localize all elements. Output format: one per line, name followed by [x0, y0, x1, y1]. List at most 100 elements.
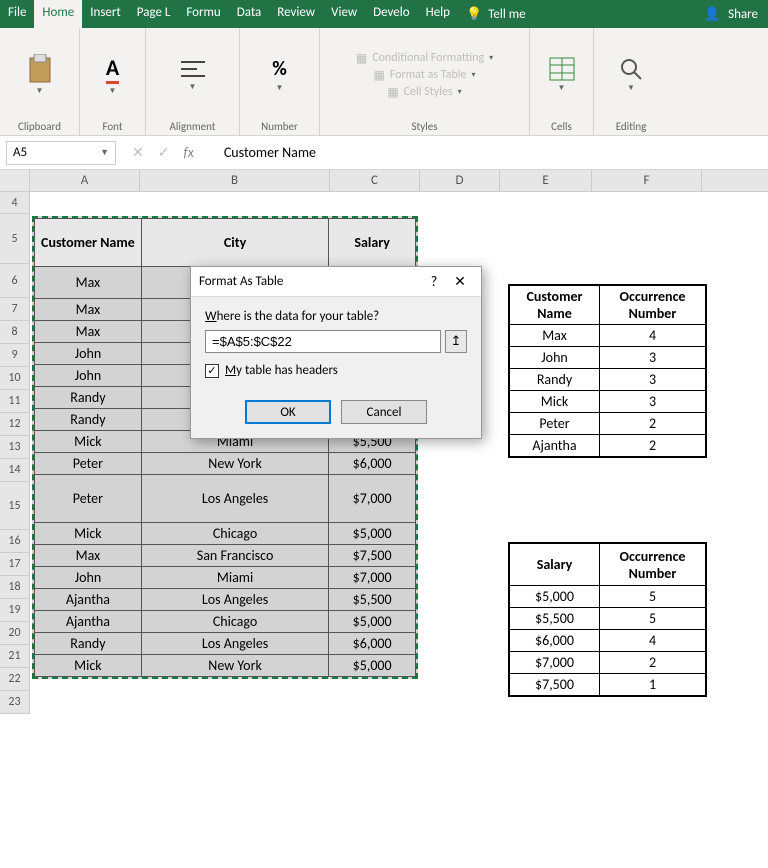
- cancel-formula-icon[interactable]: ✕: [132, 144, 144, 161]
- cell[interactable]: Max: [35, 267, 142, 299]
- cell[interactable]: Mick: [35, 655, 142, 677]
- table-header[interactable]: Occurrence Number: [600, 286, 706, 325]
- fx-icon[interactable]: fx: [183, 144, 193, 161]
- cells-button[interactable]: ▼: [547, 55, 577, 95]
- cell[interactable]: 5: [600, 608, 706, 630]
- cell[interactable]: Mick: [35, 431, 142, 453]
- tab-help[interactable]: Help: [418, 0, 458, 28]
- checkbox-checked-icon[interactable]: ✓: [205, 364, 219, 378]
- cell[interactable]: $7,500: [510, 674, 600, 696]
- cell[interactable]: Los Angeles: [141, 475, 328, 523]
- cell[interactable]: $5,000: [329, 611, 416, 633]
- dialog-close-button[interactable]: ✕: [447, 273, 473, 290]
- cancel-button[interactable]: Cancel: [341, 400, 427, 424]
- cell[interactable]: $5,000: [510, 586, 600, 608]
- cell[interactable]: 4: [600, 630, 706, 652]
- tab-file[interactable]: File: [0, 0, 34, 28]
- row-header[interactable]: 6: [0, 264, 30, 298]
- cell[interactable]: $6,000: [510, 630, 600, 652]
- cell[interactable]: San Francisco: [141, 545, 328, 567]
- cell[interactable]: Ajantha: [510, 435, 600, 457]
- row-header[interactable]: 11: [0, 390, 30, 413]
- cell[interactable]: John: [35, 567, 142, 589]
- cell[interactable]: Chicago: [141, 523, 328, 545]
- cell[interactable]: Max: [35, 299, 142, 321]
- cell[interactable]: Los Angeles: [141, 589, 328, 611]
- tab-data[interactable]: Data: [229, 0, 270, 28]
- cell[interactable]: 2: [600, 652, 706, 674]
- cell[interactable]: $7,500: [329, 545, 416, 567]
- row-header[interactable]: 5: [0, 214, 30, 264]
- share-button[interactable]: Share: [728, 7, 758, 22]
- conditional-formatting-button[interactable]: ▦Conditional Formatting ▾: [356, 51, 493, 66]
- editing-button[interactable]: ▼: [617, 55, 645, 95]
- alignment-button[interactable]: ▼: [177, 56, 209, 94]
- cell[interactable]: Mick: [35, 523, 142, 545]
- table-header[interactable]: Occurrence Number: [600, 544, 706, 586]
- col-header-F[interactable]: F: [592, 170, 702, 191]
- number-button[interactable]: % ▼: [270, 55, 289, 95]
- cell[interactable]: $5,000: [329, 523, 416, 545]
- cell[interactable]: 4: [600, 325, 706, 347]
- cell[interactable]: 5: [600, 586, 706, 608]
- cell[interactable]: $5,500: [329, 589, 416, 611]
- tab-home[interactable]: Home: [34, 0, 82, 28]
- select-all-corner[interactable]: [0, 170, 30, 191]
- range-input[interactable]: [205, 330, 441, 353]
- cell[interactable]: Mick: [510, 391, 600, 413]
- cell[interactable]: Max: [510, 325, 600, 347]
- paste-button[interactable]: ▼: [24, 52, 56, 98]
- cell[interactable]: John: [510, 347, 600, 369]
- row-header[interactable]: 22: [0, 668, 30, 691]
- font-button[interactable]: A ▼: [104, 52, 121, 98]
- col-header-C[interactable]: C: [330, 170, 420, 191]
- formula-bar[interactable]: Customer Name: [204, 144, 316, 161]
- row-header[interactable]: 13: [0, 436, 30, 459]
- row-header[interactable]: 18: [0, 576, 30, 599]
- table-header[interactable]: City: [141, 219, 328, 267]
- cell[interactable]: $7,000: [510, 652, 600, 674]
- tell-me[interactable]: 💡 Tell me: [458, 0, 534, 28]
- row-header[interactable]: 10: [0, 367, 30, 390]
- cell[interactable]: New York: [141, 655, 328, 677]
- name-box[interactable]: A5 ▼: [6, 141, 116, 165]
- cell[interactable]: Peter: [35, 453, 142, 475]
- cell[interactable]: John: [35, 365, 142, 387]
- cell[interactable]: Ajantha: [35, 611, 142, 633]
- cell[interactable]: Peter: [35, 475, 142, 523]
- cell[interactable]: 1: [600, 674, 706, 696]
- tab-pagelayout[interactable]: Page L: [129, 0, 179, 28]
- cell[interactable]: Randy: [510, 369, 600, 391]
- cell[interactable]: Randy: [35, 633, 142, 655]
- cell[interactable]: Chicago: [141, 611, 328, 633]
- cell[interactable]: 3: [600, 369, 706, 391]
- cell[interactable]: $7,000: [329, 567, 416, 589]
- row-header[interactable]: 15: [0, 482, 30, 530]
- cell[interactable]: Max: [35, 321, 142, 343]
- col-header-D[interactable]: D: [420, 170, 500, 191]
- cell[interactable]: Randy: [35, 387, 142, 409]
- dialog-help-button[interactable]: ?: [421, 273, 447, 290]
- row-header[interactable]: 16: [0, 530, 30, 553]
- cell[interactable]: John: [35, 343, 142, 365]
- cell[interactable]: $5,500: [510, 608, 600, 630]
- table-header[interactable]: Customer Name: [510, 286, 600, 325]
- cell[interactable]: $5,000: [329, 655, 416, 677]
- row-header[interactable]: 12: [0, 413, 30, 436]
- tab-view[interactable]: View: [323, 0, 365, 28]
- col-header-B[interactable]: B: [140, 170, 330, 191]
- cell[interactable]: Los Angeles: [141, 633, 328, 655]
- headers-checkbox-row[interactable]: ✓ My table has headers: [205, 363, 467, 378]
- enter-formula-icon[interactable]: ✓: [158, 144, 170, 161]
- row-header[interactable]: 17: [0, 553, 30, 576]
- row-header[interactable]: 23: [0, 691, 30, 714]
- table-header[interactable]: Customer Name: [35, 219, 142, 267]
- row-header[interactable]: 9: [0, 344, 30, 367]
- dialog-titlebar[interactable]: Format As Table ? ✕: [191, 267, 481, 297]
- format-as-table-button[interactable]: ▦Format as Table ▾: [373, 68, 475, 83]
- cell[interactable]: 3: [600, 347, 706, 369]
- row-header[interactable]: 21: [0, 645, 30, 668]
- table-header[interactable]: Salary: [329, 219, 416, 267]
- col-header-E[interactable]: E: [500, 170, 592, 191]
- cell[interactable]: $7,000: [329, 475, 416, 523]
